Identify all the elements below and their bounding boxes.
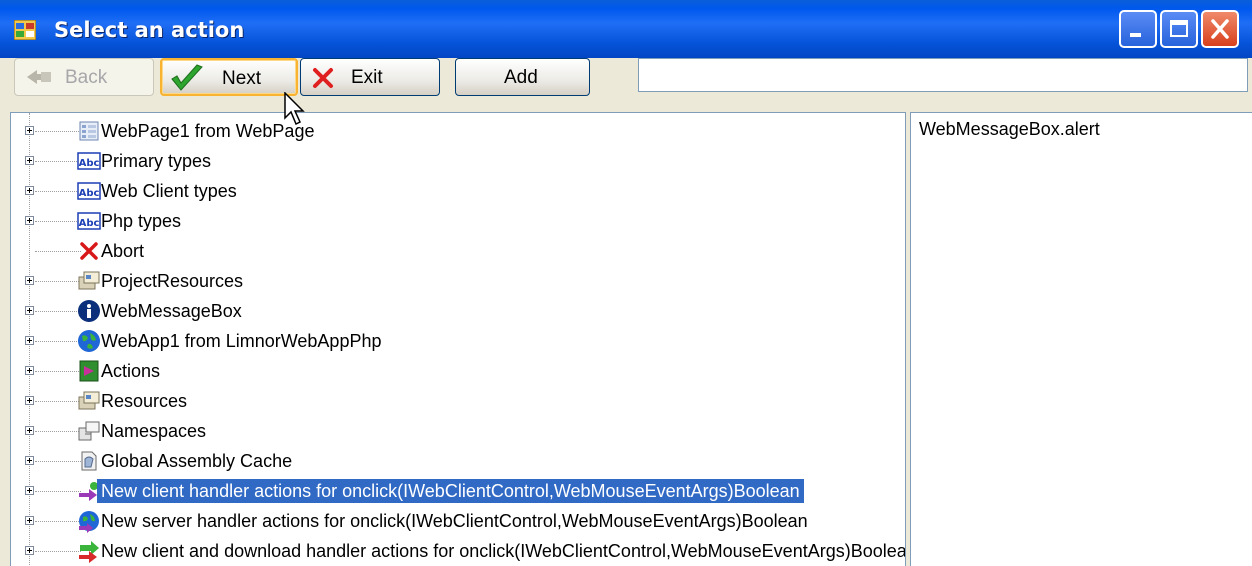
tree-item-new-client-handler[interactable]: New client handler actions for onclick(I… (11, 476, 905, 506)
tree-item-label: Abort (101, 241, 145, 261)
expand-icon[interactable] (25, 276, 34, 285)
checkmark-icon (171, 64, 203, 91)
method-list[interactable]: WebMessageBox.alert (910, 112, 1252, 566)
expand-icon[interactable] (25, 336, 34, 345)
tree-item-label: WebMessageBox (101, 301, 242, 321)
tree-item-label: Actions (101, 361, 161, 381)
window-title: Select an action (54, 18, 245, 42)
tree-item-webmessagebox[interactable]: WebMessageBox (11, 296, 905, 326)
expand-icon[interactable] (25, 456, 34, 465)
add-label: Add (504, 67, 538, 88)
tree-item-new-server-handler[interactable]: New server handler actions for onclick(I… (11, 506, 905, 536)
list-item[interactable]: WebMessageBox.alert (919, 119, 1100, 140)
tree-item-php-types[interactable]: Abc Php types (11, 206, 905, 236)
tree-item-label: New client handler actions for onclick(I… (97, 479, 804, 503)
expand-icon[interactable] (25, 306, 34, 315)
tree-item-namespaces[interactable]: Namespaces (11, 416, 905, 446)
tree-item-label: Web Client types (101, 181, 237, 201)
action-input[interactable] (638, 58, 1248, 92)
minimize-button[interactable] (1119, 10, 1157, 48)
tree-item-webapp1[interactable]: WebApp1 from LimnorWebAppPhp (11, 326, 905, 356)
mouse-cursor-icon (284, 92, 305, 126)
action-tree[interactable]: WebPage1 from WebPage Abc Primary types … (10, 112, 906, 566)
tree-item-web-client-types[interactable]: Abc Web Client types (11, 176, 905, 206)
tree-item-resources[interactable]: Resources (11, 386, 905, 416)
tree-item-label: Resources (101, 391, 188, 411)
next-button[interactable]: Next (160, 58, 298, 96)
expand-icon[interactable] (25, 186, 34, 195)
expand-icon[interactable] (25, 156, 34, 165)
select-action-window: Select an action Back Next Exit Add WebP… (0, 0, 1252, 566)
exit-button[interactable]: Exit (300, 58, 440, 96)
minimize-icon (1130, 33, 1141, 37)
expand-icon[interactable] (25, 396, 34, 405)
tree-item-new-client-download-handler[interactable]: New client and download handler actions … (11, 536, 905, 566)
tree-item-label: Primary types (101, 151, 212, 171)
exit-label: Exit (351, 67, 383, 88)
tree-item-label: WebApp1 from LimnorWebAppPhp (101, 331, 382, 351)
tree-item-label: ProjectResources (101, 271, 244, 291)
tree-item-label: New client and download handler actions … (101, 541, 906, 561)
maximize-icon (1170, 20, 1188, 37)
expand-icon[interactable] (25, 486, 34, 495)
back-label: Back (65, 67, 108, 88)
tree-item-webpage1[interactable]: WebPage1 from WebPage (11, 116, 905, 146)
expand-icon[interactable] (25, 546, 34, 555)
close-icon (1211, 19, 1229, 39)
next-label: Next (222, 68, 262, 89)
title-bar[interactable]: Select an action (0, 0, 1252, 58)
tree-item-label: New server handler actions for onclick(I… (101, 511, 808, 531)
expand-icon[interactable] (25, 126, 34, 135)
close-button[interactable] (1201, 10, 1239, 48)
back-arrow-icon (27, 70, 51, 84)
tree-item-label: Namespaces (101, 421, 207, 441)
tree-item-primary-types[interactable]: Abc Primary types (11, 146, 905, 176)
maximize-button[interactable] (1160, 10, 1198, 48)
tree-item-project-resources[interactable]: ProjectResources (11, 266, 905, 296)
expand-icon[interactable] (25, 216, 34, 225)
tree-item-label: Global Assembly Cache (101, 451, 293, 471)
tree-item-actions[interactable]: Actions (11, 356, 905, 386)
expand-icon[interactable] (25, 366, 34, 375)
app-icon (14, 20, 36, 40)
tree-item-label: Php types (101, 211, 182, 231)
expand-icon[interactable] (25, 426, 34, 435)
back-button[interactable]: Back (14, 58, 154, 96)
tree-item-abort[interactable]: Abort (11, 236, 905, 266)
expand-icon[interactable] (25, 516, 34, 525)
add-button[interactable]: Add (455, 58, 590, 96)
exit-x-icon (313, 68, 333, 88)
tree-item-global-assembly-cache[interactable]: Global Assembly Cache (11, 446, 905, 476)
